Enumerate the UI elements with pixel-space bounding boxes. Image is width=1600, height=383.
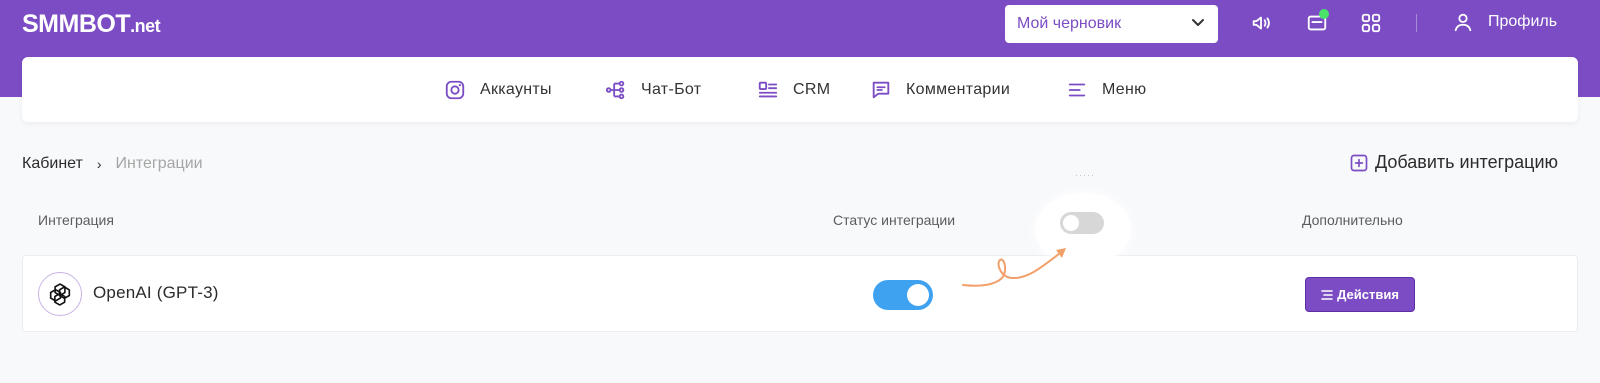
add-integration-label: Добавить интеграцию xyxy=(1375,152,1559,172)
openai-icon xyxy=(49,283,71,306)
breadcrumb: Кабинет › Интеграции xyxy=(22,155,203,173)
nav-item-label: Меню xyxy=(1102,80,1147,98)
instagram-icon xyxy=(445,80,465,99)
draft-select[interactable]: Мой черновик xyxy=(1005,5,1218,43)
toggle-knob xyxy=(907,284,929,306)
logo[interactable]: SMMBOT.net xyxy=(22,10,161,39)
add-integration-button[interactable]: Добавить интеграцию xyxy=(1349,152,1558,173)
nav-item-label: Чат-Бот xyxy=(641,80,702,98)
nav-item-menu[interactable]: Меню xyxy=(1066,57,1146,122)
crm-icon xyxy=(758,81,778,97)
flow-icon xyxy=(605,80,625,99)
list-icon xyxy=(1321,289,1333,300)
integration-avatar xyxy=(38,272,82,316)
user-icon xyxy=(1454,13,1472,32)
nav-item-label: CRM xyxy=(793,80,831,98)
highlight-dots: ····· xyxy=(1075,170,1095,180)
status-toggle[interactable] xyxy=(873,280,933,310)
actions-label: Действия xyxy=(1337,287,1399,302)
column-header-extra: Дополнительно xyxy=(1302,212,1403,228)
actions-button[interactable]: Действия xyxy=(1305,277,1415,312)
integration-name: OpenAI (GPT-3) xyxy=(93,283,219,302)
apps-grid-icon[interactable] xyxy=(1360,12,1382,34)
toggle-knob xyxy=(1063,215,1079,231)
header-divider xyxy=(1416,14,1417,32)
nav-item-crm[interactable]: CRM xyxy=(757,57,830,122)
nav-item-label: Комментарии xyxy=(906,80,1011,98)
chevron-right-icon: › xyxy=(96,156,102,172)
profile-label: Профиль xyxy=(1488,13,1558,30)
breadcrumb-current: Интеграции xyxy=(115,155,203,172)
nav-item-label: Аккаунты xyxy=(480,80,552,98)
notification-dot xyxy=(1319,9,1329,19)
sound-icon[interactable] xyxy=(1250,12,1272,34)
status-toggle-off-example[interactable] xyxy=(1060,212,1104,234)
annotation-arrow-icon xyxy=(962,248,1066,287)
plus-square-icon xyxy=(1350,154,1368,171)
menu-icon xyxy=(1068,83,1086,96)
nav-item-comments[interactable]: Комментарии xyxy=(870,57,1010,122)
column-header-integration: Интеграция xyxy=(38,212,114,228)
nav-item-accounts[interactable]: Аккаунты xyxy=(444,57,552,122)
nav-item-chatbot[interactable]: Чат-Бот xyxy=(605,57,701,122)
comment-icon xyxy=(872,81,890,98)
chevron-down-icon xyxy=(1192,19,1204,26)
column-header-status: Статус интеграции xyxy=(833,212,956,228)
profile-menu[interactable]: Профиль xyxy=(1452,11,1557,33)
draft-select-value: Мой черновик xyxy=(1017,15,1122,32)
breadcrumb-root[interactable]: Кабинет xyxy=(22,155,83,173)
